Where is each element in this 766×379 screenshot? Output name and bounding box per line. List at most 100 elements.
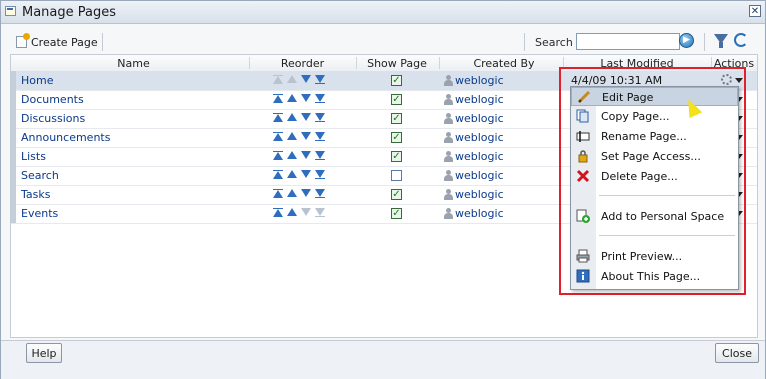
move-up-icon[interactable]: [287, 151, 298, 160]
filter-icon[interactable]: [714, 34, 728, 48]
move-down-icon[interactable]: [301, 189, 312, 198]
creator-link[interactable]: weblogic: [455, 74, 504, 87]
show-page-checkbox[interactable]: ✓: [391, 132, 402, 143]
move-top-icon[interactable]: [273, 94, 284, 103]
row-handle[interactable]: [11, 204, 16, 223]
row-handle[interactable]: [11, 109, 16, 128]
menu-item-rename-page[interactable]: Rename Page...: [571, 127, 738, 146]
move-down-icon[interactable]: [301, 170, 312, 179]
show-page-checkbox[interactable]: [391, 170, 402, 181]
move-bottom-icon[interactable]: [315, 94, 326, 103]
show-page-checkbox[interactable]: ✓: [391, 75, 402, 86]
page-name-link[interactable]: Events: [21, 207, 58, 220]
move-top-icon[interactable]: [273, 170, 284, 179]
move-top-icon[interactable]: [273, 132, 284, 141]
page-name-link[interactable]: Announcements: [21, 131, 110, 144]
move-up-icon[interactable]: [287, 94, 298, 103]
refresh-icon[interactable]: [734, 33, 748, 47]
menu-item-copy-page[interactable]: Copy Page...: [571, 107, 738, 126]
menu-item-print-preview[interactable]: Print Preview...: [571, 247, 738, 266]
reorder-controls: [273, 113, 326, 122]
move-top-icon: [273, 75, 284, 84]
creator-link[interactable]: weblogic: [455, 169, 504, 182]
toolbar-divider: [102, 33, 103, 51]
row-handle[interactable]: [11, 185, 16, 204]
menu-item-label: Copy Page...: [601, 110, 670, 123]
move-bottom-icon[interactable]: [315, 151, 326, 160]
show-page-checkbox[interactable]: ✓: [391, 94, 402, 105]
row-handle[interactable]: [11, 147, 16, 166]
help-button[interactable]: Help: [26, 343, 62, 363]
move-top-icon[interactable]: [273, 189, 284, 198]
show-page-checkbox[interactable]: ✓: [391, 189, 402, 200]
pencil-icon: [577, 90, 591, 104]
show-page-checkbox[interactable]: ✓: [391, 208, 402, 219]
new-page-icon: [16, 33, 30, 48]
search-input[interactable]: [576, 33, 680, 50]
close-icon[interactable]: ✕: [749, 5, 761, 17]
page-name-link[interactable]: Tasks: [21, 188, 50, 201]
show-page-checkbox[interactable]: ✓: [391, 151, 402, 162]
user-icon: [443, 189, 454, 200]
menu-item-edit-page[interactable]: Edit Page: [571, 87, 738, 106]
creator-link[interactable]: weblogic: [455, 93, 504, 106]
move-top-icon[interactable]: [273, 151, 284, 160]
page-name-link[interactable]: Home: [21, 74, 53, 87]
create-page-button[interactable]: Create Page: [16, 33, 98, 51]
move-top-icon[interactable]: [273, 208, 284, 217]
menu-item-label: Edit Page: [602, 91, 654, 104]
creator-link[interactable]: weblogic: [455, 207, 504, 220]
menu-item-label: Rename Page...: [601, 130, 687, 143]
menu-item-add-to-personal-space[interactable]: Add to Personal Space: [571, 207, 738, 226]
reorder-controls: [273, 189, 326, 198]
move-down-icon[interactable]: [301, 132, 312, 141]
toolbar-divider: [524, 33, 525, 51]
column-header-created-by[interactable]: Created By: [439, 57, 569, 70]
creator-link[interactable]: weblogic: [455, 112, 504, 125]
move-up-icon[interactable]: [287, 113, 298, 122]
close-button[interactable]: Close: [715, 343, 759, 363]
menu-item-delete-page[interactable]: Delete Page...: [571, 167, 738, 186]
row-handle[interactable]: [11, 128, 16, 147]
column-header-name[interactable]: Name: [11, 57, 256, 70]
column-header-show-page[interactable]: Show Page: [356, 57, 438, 70]
move-down-icon[interactable]: [301, 151, 312, 160]
move-bottom-icon[interactable]: [315, 75, 326, 84]
user-icon: [443, 170, 454, 181]
menu-item-about-this-page[interactable]: About This Page...: [571, 267, 738, 286]
page-name-link[interactable]: Discussions: [21, 112, 85, 125]
manage-pages-dialog: Manage Pages ✕ Create Page Search ▶ Name…: [0, 0, 766, 379]
move-up-icon[interactable]: [287, 208, 298, 217]
reorder-controls: [273, 208, 326, 217]
go-icon[interactable]: ▶: [679, 33, 694, 48]
move-up-icon[interactable]: [287, 189, 298, 198]
row-handle[interactable]: [11, 166, 16, 185]
reorder-controls: [273, 132, 326, 141]
move-down-icon[interactable]: [301, 94, 312, 103]
move-up-icon[interactable]: [287, 132, 298, 141]
row-handle[interactable]: [11, 71, 16, 90]
creator-link[interactable]: weblogic: [455, 131, 504, 144]
page-name-link[interactable]: Documents: [21, 93, 84, 106]
menu-separator: [599, 235, 735, 236]
creator-link[interactable]: weblogic: [455, 150, 504, 163]
move-down-icon[interactable]: [301, 113, 312, 122]
move-bottom-icon[interactable]: [315, 170, 326, 179]
move-down-icon[interactable]: [301, 75, 312, 84]
column-header-reorder[interactable]: Reorder: [250, 57, 355, 70]
move-bottom-icon: [315, 208, 326, 217]
move-bottom-icon[interactable]: [315, 113, 326, 122]
creator-link[interactable]: weblogic: [455, 188, 504, 201]
user-icon: [443, 94, 454, 105]
page-name-link[interactable]: Lists: [21, 150, 46, 163]
row-handle[interactable]: [11, 90, 16, 109]
page-name-link[interactable]: Search: [21, 169, 59, 182]
move-bottom-icon[interactable]: [315, 189, 326, 198]
move-bottom-icon[interactable]: [315, 132, 326, 141]
menu-item-label: Print Preview...: [601, 250, 683, 263]
menu-item-label: Delete Page...: [601, 170, 678, 183]
show-page-checkbox[interactable]: ✓: [391, 113, 402, 124]
menu-item-set-page-access[interactable]: Set Page Access...: [571, 147, 738, 166]
move-top-icon[interactable]: [273, 113, 284, 122]
move-up-icon[interactable]: [287, 170, 298, 179]
